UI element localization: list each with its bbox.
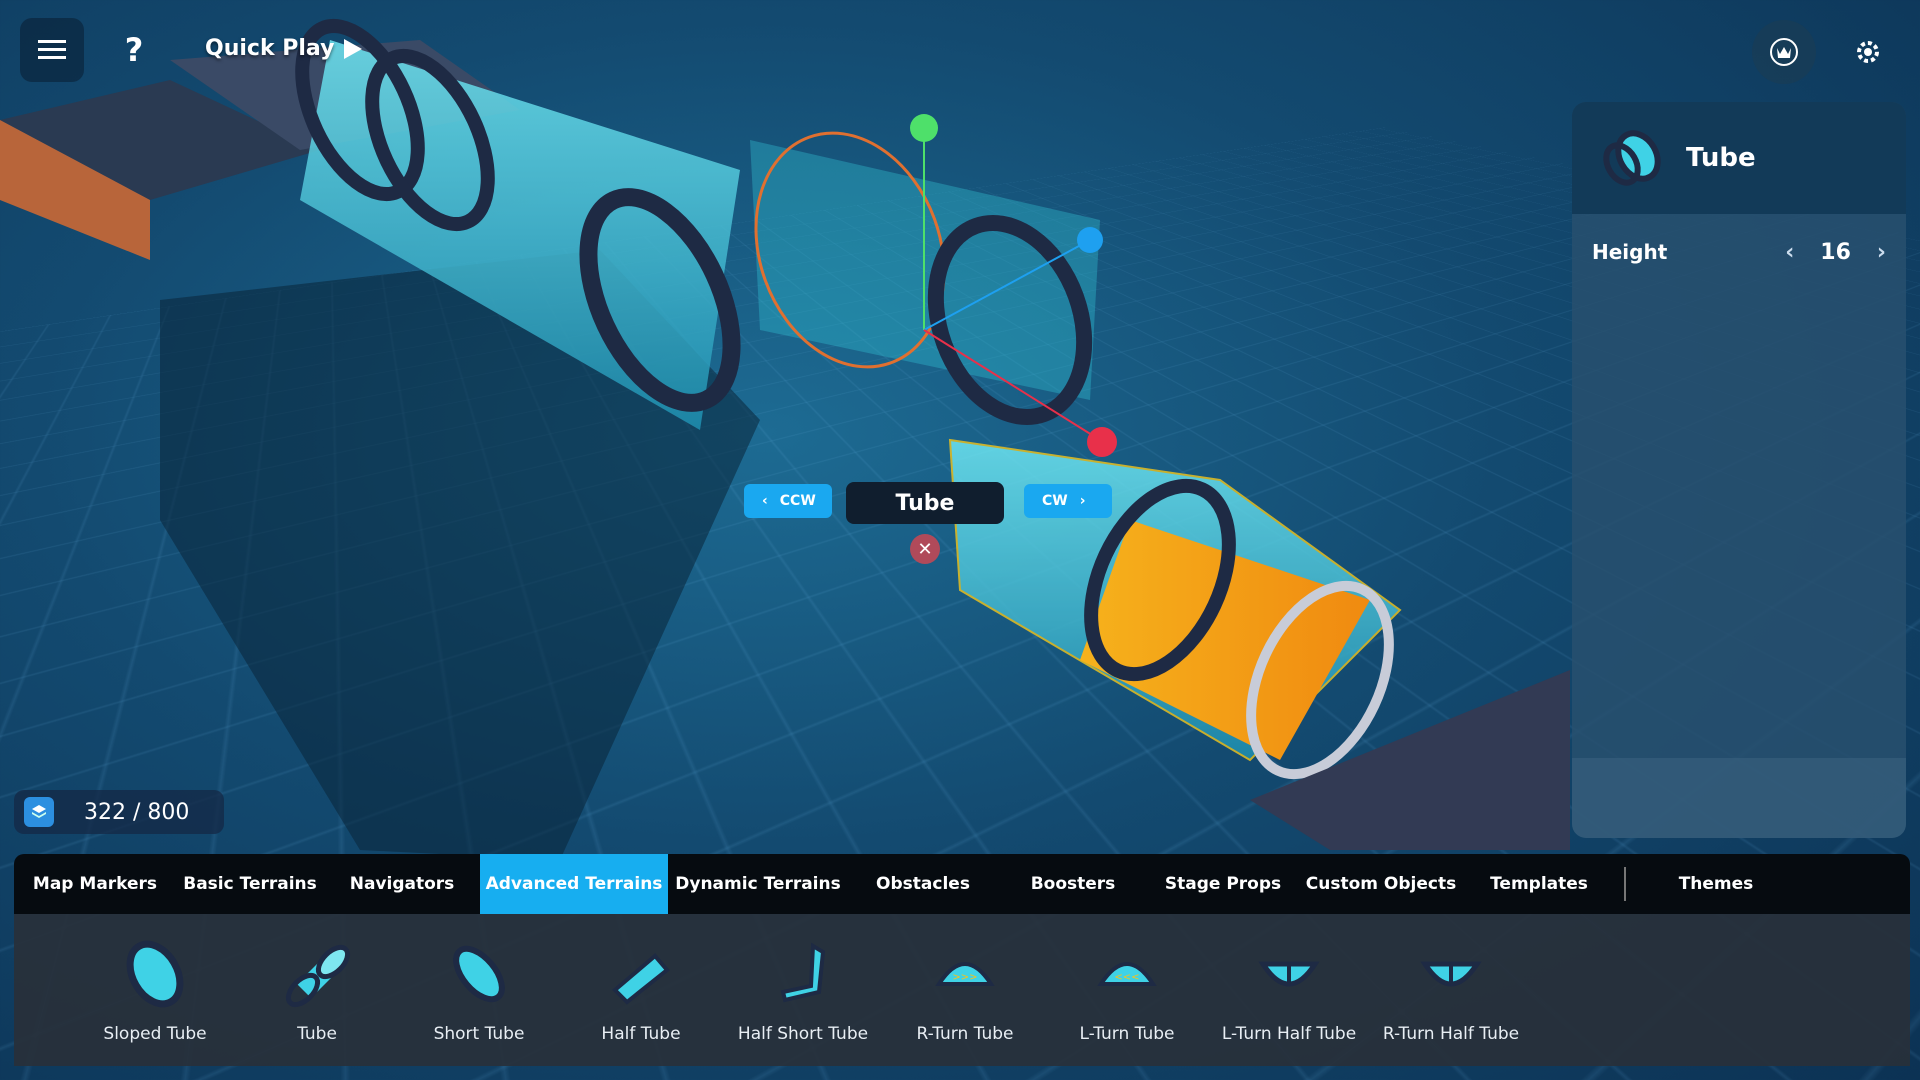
category-tabs: Map Markers Basic Terrains Navigators Ad… [14,854,1910,914]
height-stepper: ‹ 16 › [1785,240,1886,265]
item-palette: Sloped Tube Tube Short Tube Half Tube Ha… [14,914,1910,1066]
short-tube-icon [453,945,505,1003]
tab-boosters[interactable]: Boosters [998,854,1148,914]
object-counter: 322 / 800 [14,790,224,834]
chevron-right-icon[interactable]: › [1877,240,1886,265]
height-label: Height [1592,240,1668,264]
selected-object-label: Tube [846,482,1004,524]
item-short-tube[interactable]: Short Tube [398,914,560,1044]
l-turn-half-tube-icon [1258,961,1320,987]
svg-text:>>>: >>> [952,972,977,983]
gear-icon [1857,41,1879,63]
chevron-left-icon: ‹ [762,493,768,509]
selected-tube[interactable] [724,106,1117,457]
height-value: 16 [1820,239,1851,265]
gizmo-x-handle[interactable] [1087,427,1117,457]
r-turn-half-tube-icon [1420,961,1482,987]
tab-advanced-terrains[interactable]: Advanced Terrains [480,854,668,914]
half-tube-icon [612,953,670,1005]
cw-label: CW [1042,493,1068,509]
sloped-tube-icon [126,940,184,1008]
item-half-tube[interactable]: Half Tube [560,914,722,1044]
tube-icon [1603,130,1661,186]
height-property: Height ‹ 16 › [1572,222,1906,282]
tab-dynamic-terrains[interactable]: Dynamic Terrains [668,854,848,914]
tube-icon [285,944,351,1008]
chevron-right-icon: › [1079,493,1086,509]
tab-map-markers[interactable]: Map Markers [14,854,176,914]
menu-icon [38,40,66,59]
item-l-turn-tube[interactable]: <<< L-Turn Tube [1046,914,1208,1044]
settings-button[interactable] [1838,22,1898,82]
quick-play-label: Quick Play [205,36,335,61]
r-turn-tube-icon: >>> [935,962,995,986]
ccw-label: CCW [779,493,816,509]
tab-navigators[interactable]: Navigators [324,854,480,914]
play-icon [344,38,363,59]
gizmo-z-handle[interactable] [1077,227,1103,253]
question-mark-icon: ? [124,31,144,69]
tab-obstacles[interactable]: Obstacles [848,854,998,914]
item-sloped-tube[interactable]: Sloped Tube [74,914,236,1044]
item-half-short-tube[interactable]: Half Short Tube [722,914,884,1044]
layers-icon [24,797,54,827]
trophy-icon [1770,38,1798,66]
delete-object-button[interactable]: ✕ [910,534,940,564]
l-turn-tube-icon: <<< [1097,962,1157,986]
close-icon: ✕ [917,538,933,560]
panel-header: Tube [1572,102,1906,214]
quick-play-button[interactable]: Quick Play [205,36,363,61]
properties-panel: Tube Height ‹ 16 › [1572,102,1906,838]
item-r-turn-half-tube[interactable]: R-Turn Half Tube [1370,914,1532,1044]
rotate-cw-button[interactable]: CW › [1024,484,1112,518]
chevron-left-icon[interactable]: ‹ [1785,240,1794,265]
tab-custom-objects[interactable]: Custom Objects [1298,854,1464,914]
item-r-turn-tube[interactable]: >>> R-Turn Tube [884,914,1046,1044]
tab-divider [1624,867,1626,901]
half-short-tube-icon [780,942,826,1003]
rotate-ccw-button[interactable]: ‹ CCW [744,484,832,518]
panel-title: Tube [1686,143,1756,173]
tab-basic-terrains[interactable]: Basic Terrains [176,854,324,914]
trophy-button[interactable] [1752,20,1816,84]
svg-text:<<<: <<< [1114,972,1139,983]
item-l-turn-half-tube[interactable]: L-Turn Half Tube [1208,914,1370,1044]
item-tube[interactable]: Tube [236,914,398,1044]
panel-footer [1572,758,1906,838]
tab-themes[interactable]: Themes [1636,854,1796,914]
object-count: 322 / 800 [84,799,190,825]
help-button[interactable]: ? [102,18,166,82]
tab-stage-props[interactable]: Stage Props [1148,854,1298,914]
menu-button[interactable] [20,18,84,82]
gizmo-y-handle[interactable] [910,114,938,142]
tab-templates[interactable]: Templates [1464,854,1614,914]
tube-zigzag [948,438,1402,780]
